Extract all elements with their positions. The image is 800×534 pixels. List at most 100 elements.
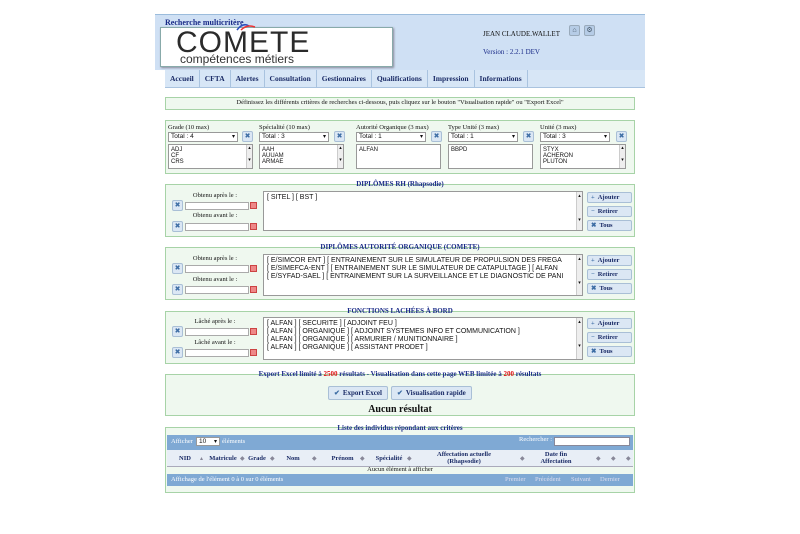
filter-autorite-select[interactable]: Total : 1 ▾ xyxy=(356,132,426,142)
clear-date-before-icon[interactable]: ✖ xyxy=(172,284,183,295)
chevron-down-icon: ▾ xyxy=(322,134,326,140)
chevron-down-icon: ▾ xyxy=(231,134,235,140)
fonctions-list[interactable]: [ ALFAN ] [ SECURITE ] [ ADJOINT FEU ] [… xyxy=(263,317,583,360)
pager-first[interactable]: Premier xyxy=(505,476,526,483)
check-icon: ✔ xyxy=(397,389,403,397)
calendar-icon[interactable] xyxy=(250,223,257,230)
filter-specialite-list[interactable]: AAH AUUAM ARMAE ▴ ▾ xyxy=(259,144,344,169)
list-item: [ ALFAN ] [ ORGANIQUE ] [ ASSISTANT PROD… xyxy=(267,344,428,351)
diplomes-rh-title: DIPLÔMES RH (Rhapsodie) xyxy=(356,180,444,188)
chevron-down-icon: ▾ xyxy=(511,134,515,140)
list-item: [ E/SIMCOR ENT ] [ ENTRAINEMENT SUR LE S… xyxy=(267,257,562,264)
filter-grade-list[interactable]: ADJ CF CRS ▴ ▾ xyxy=(168,144,253,169)
col-nom[interactable]: Nom xyxy=(278,455,308,462)
col-grade[interactable]: Grade xyxy=(246,455,268,462)
nav-qualifications[interactable]: Qualifications xyxy=(372,70,428,87)
filter-specialite-select[interactable]: Total : 3 ▾ xyxy=(259,132,329,142)
calendar-icon[interactable] xyxy=(250,286,257,293)
filter-typeunite-select[interactable]: Total : 1 ▾ xyxy=(448,132,518,142)
nav-consultation[interactable]: Consultation xyxy=(265,70,317,87)
list-item: [ ALFAN ] [ ORGANIQUE ] [ ARMURIER / MUN… xyxy=(267,336,458,343)
clear-date-before-icon[interactable]: ✖ xyxy=(172,347,183,358)
remove-all-button[interactable]: ✖ Tous xyxy=(587,346,632,357)
sort-icon: ◆ xyxy=(596,456,601,462)
diplomes-ao-list[interactable]: [ E/SIMCOR ENT ] [ ENTRAINEMENT SUR LE S… xyxy=(263,254,583,296)
clear-date-before-icon[interactable]: ✖ xyxy=(172,221,183,232)
date-before-label: Lâché avant le : xyxy=(194,339,236,346)
add-button[interactable]: + Ajouter xyxy=(587,255,632,266)
table-info: Affichage de l'élément 0 à 0 sur 0 éléme… xyxy=(171,476,284,483)
settings-icon[interactable]: ⚙ xyxy=(584,25,595,36)
list-item: [ E/SIMEFCA-ENT ] [ ENTRAINEMENT SUR LE … xyxy=(267,265,558,272)
col-affectation[interactable]: Affectation actuelle (Rhapsodie) xyxy=(424,451,504,465)
clear-unite-icon[interactable]: ✖ xyxy=(616,131,627,142)
scrollbar: ▴ ▾ xyxy=(576,192,582,230)
page-size-select[interactable]: 10 ▾ xyxy=(196,437,220,446)
calendar-icon[interactable] xyxy=(250,328,257,335)
quick-view-button[interactable]: ✔ Visualisation rapide xyxy=(391,386,472,400)
filter-autorite-list[interactable]: ALFAN xyxy=(356,144,441,169)
pager-next[interactable]: Suivant xyxy=(571,476,591,483)
clear-grade-icon[interactable]: ✖ xyxy=(242,131,253,142)
pager-previous[interactable]: Précédent xyxy=(535,476,561,483)
scrollbar: ▴ ▾ xyxy=(337,145,343,168)
date-before-label: Obtenu avant le : xyxy=(192,276,238,283)
minus-icon: − xyxy=(591,334,595,341)
add-button[interactable]: + Ajouter xyxy=(587,192,632,203)
remove-button[interactable]: − Retirer xyxy=(587,269,632,280)
col-date-fin[interactable]: Date fin Affectation xyxy=(533,451,579,465)
date-before-input[interactable] xyxy=(185,349,249,357)
filter-typeunite-list[interactable]: BBPD xyxy=(448,144,533,169)
plus-icon: + xyxy=(591,320,595,327)
search-input[interactable] xyxy=(554,437,630,446)
scrollbar: ▴ ▾ xyxy=(619,145,625,168)
list-item: CRS xyxy=(171,159,184,165)
clear-date-after-icon[interactable]: ✖ xyxy=(172,326,183,337)
table-empty-text: Aucun élément à afficher xyxy=(367,466,433,473)
date-before-input[interactable] xyxy=(185,223,249,231)
filter-unite-select[interactable]: Total : 3 ▾ xyxy=(540,132,610,142)
remove-button[interactable]: − Retirer xyxy=(587,332,632,343)
diplomes-rh-list[interactable]: [ SITEL ] [ BST ] ▴ ▾ xyxy=(263,191,583,231)
nav-cfta[interactable]: CFTA xyxy=(200,70,231,87)
nav-gestionnaires[interactable]: Gestionnaires xyxy=(317,70,372,87)
col-prenom[interactable]: Prénom xyxy=(325,455,360,462)
calendar-icon[interactable] xyxy=(250,349,257,356)
add-button[interactable]: + Ajouter xyxy=(587,318,632,329)
chevron-down-icon: ▾ xyxy=(419,134,423,140)
scrollbar: ▴ ▾ xyxy=(246,145,252,168)
clear-autorite-icon[interactable]: ✖ xyxy=(431,131,442,142)
date-after-label: Obtenu après le : xyxy=(192,255,238,262)
minus-icon: − xyxy=(591,271,595,278)
remove-all-button[interactable]: ✖ Tous xyxy=(587,283,632,294)
date-after-input[interactable] xyxy=(185,265,249,273)
nav-informations[interactable]: Informations xyxy=(475,70,528,87)
clear-date-after-icon[interactable]: ✖ xyxy=(172,263,183,274)
nav-impression[interactable]: Impression xyxy=(428,70,475,87)
pager-last[interactable]: Dernier xyxy=(600,476,620,483)
list-item: BBPD xyxy=(451,147,468,153)
results-title: Liste des individus répondant aux critèr… xyxy=(337,424,463,432)
date-before-input[interactable] xyxy=(185,286,249,294)
calendar-icon[interactable] xyxy=(250,202,257,209)
filter-unite-list[interactable]: STYX ACHERON PLUTON ▴ ▾ xyxy=(540,144,626,169)
nav-accueil[interactable]: Accueil xyxy=(165,70,200,87)
filter-grade-select[interactable]: Total : 4 ▾ xyxy=(168,132,238,142)
sort-icon: ▴ xyxy=(200,456,204,462)
clear-date-after-icon[interactable]: ✖ xyxy=(172,200,183,211)
export-excel-button[interactable]: ✔ Export Excel xyxy=(328,386,388,400)
close-icon: ✖ xyxy=(591,222,597,229)
date-after-input[interactable] xyxy=(185,328,249,336)
col-matricule[interactable]: Matricule xyxy=(205,455,241,462)
col-nid[interactable]: NID xyxy=(171,455,199,462)
user-icon[interactable]: ⌂ xyxy=(569,25,580,36)
date-after-input[interactable] xyxy=(185,202,249,210)
clear-typeunite-icon[interactable]: ✖ xyxy=(523,131,534,142)
clear-specialite-icon[interactable]: ✖ xyxy=(334,131,345,142)
remove-all-button[interactable]: ✖ Tous xyxy=(587,220,632,231)
remove-button[interactable]: − Retirer xyxy=(587,206,632,217)
calendar-icon[interactable] xyxy=(250,265,257,272)
user-name: JEAN CLAUDE.WALLET xyxy=(483,30,560,38)
nav-alertes[interactable]: Alertes xyxy=(231,70,265,87)
col-specialite[interactable]: Spécialité xyxy=(371,455,407,462)
